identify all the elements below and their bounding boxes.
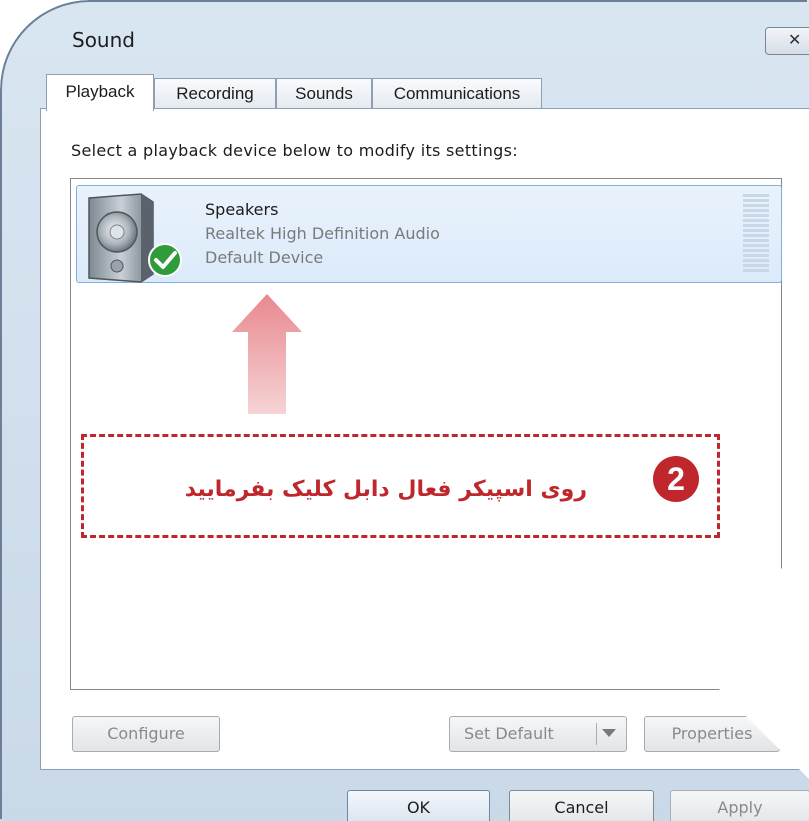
step-number-badge: 2 bbox=[653, 456, 699, 502]
check-icon bbox=[148, 243, 182, 277]
configure-button[interactable]: Configure bbox=[72, 716, 220, 752]
set-default-button[interactable]: Set Default bbox=[449, 716, 627, 752]
device-status: Default Device bbox=[205, 248, 324, 267]
set-default-label: Set Default bbox=[464, 724, 554, 743]
chevron-down-icon[interactable] bbox=[602, 729, 616, 737]
tab-sounds[interactable]: Sounds bbox=[276, 78, 372, 110]
up-arrow-icon bbox=[232, 294, 302, 414]
close-icon: ✕ bbox=[788, 30, 802, 49]
apply-button[interactable]: Apply bbox=[670, 790, 809, 821]
tab-playback[interactable]: Playback bbox=[46, 74, 154, 111]
tab-recording[interactable]: Recording bbox=[154, 78, 276, 110]
close-button[interactable]: ✕ bbox=[765, 27, 809, 55]
volume-level-meter bbox=[743, 194, 769, 272]
device-driver: Realtek High Definition Audio bbox=[205, 224, 440, 243]
tab-communications[interactable]: Communications bbox=[372, 78, 542, 110]
device-row-speakers[interactable]: Speakers Realtek High Definition Audio D… bbox=[76, 185, 782, 283]
annotation-callout: روی اسپیکر فعال دابل کلیک بفرمایید 2 bbox=[81, 434, 720, 538]
annotation-text: روی اسپیکر فعال دابل کلیک بفرمایید bbox=[184, 477, 587, 502]
sound-dialog: Sound ✕ Playback Recording Sounds Commun… bbox=[0, 0, 809, 821]
ok-button[interactable]: OK bbox=[347, 790, 490, 821]
split-divider bbox=[596, 723, 597, 745]
cancel-button[interactable]: Cancel bbox=[509, 790, 654, 821]
window-title: Sound bbox=[72, 28, 135, 52]
instruction-text: Select a playback device below to modify… bbox=[71, 141, 518, 160]
device-name: Speakers bbox=[205, 200, 279, 219]
